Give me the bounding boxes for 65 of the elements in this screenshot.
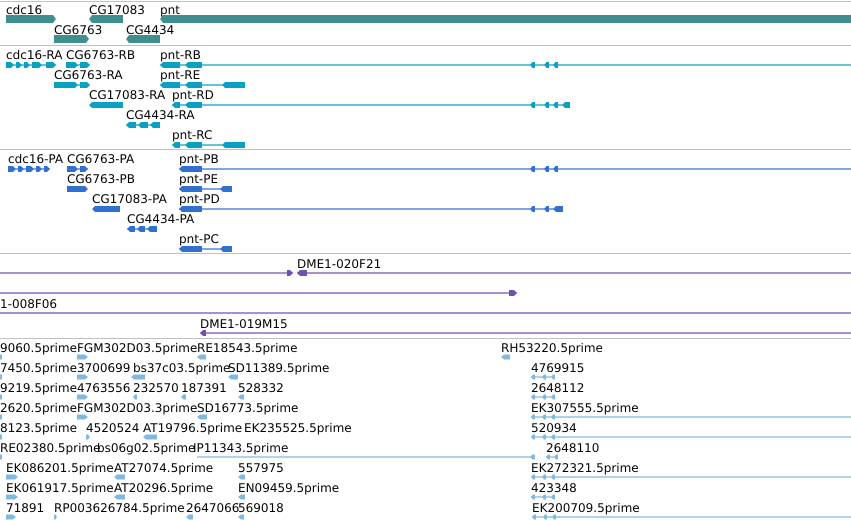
feature-label: cdc16	[6, 3, 42, 17]
feature-label: AT27074.5prime	[114, 461, 214, 475]
feature-label: 2647066	[186, 501, 240, 515]
feature-label: 2620.5prime	[0, 401, 77, 415]
feature-label: pnt-PB	[179, 152, 219, 166]
feature-label: EK200709.5prime	[532, 501, 640, 515]
feature-label: 423348	[531, 481, 577, 495]
feature-label: pnt-RE	[160, 68, 200, 82]
feature-label: 71891	[6, 501, 44, 515]
feature-label: EK061917.5prime	[6, 481, 114, 495]
feature-label: 4763556	[77, 381, 130, 395]
feature-label: 4520524	[86, 421, 140, 435]
feature-label: cdc16-PA	[8, 152, 64, 166]
feature-label: RE18543.5prime	[197, 341, 298, 355]
feature-label: 7450.5prime	[0, 361, 77, 375]
feature-label: 3700699	[77, 361, 130, 375]
feature-label: 4769915	[531, 361, 584, 375]
feature-label: EN09459.5prime	[238, 481, 340, 495]
feature-label: bs37c03.5prime	[133, 361, 230, 375]
feature-label: CG6763-PB	[67, 172, 136, 186]
feature-label: CG6763	[54, 23, 102, 37]
feature-label: CG6763-RB	[66, 48, 136, 62]
feature-label: pnt-RB	[160, 48, 201, 62]
feature-label: EK086201.5prime	[6, 461, 114, 475]
feature-label: RH53220.5prime	[501, 341, 603, 355]
feature-label: pnt-PD	[179, 192, 220, 206]
feature-label: 569018	[238, 501, 284, 515]
feature-label: 1-008F06	[0, 297, 58, 311]
feature-label: AT20296.5prime	[114, 481, 214, 495]
feature-label: DME1-020F21	[297, 257, 382, 271]
feature-label: AT19796.5prime	[143, 421, 242, 435]
feature-label: 9060.5prime	[0, 341, 77, 355]
feature-label: 9219.5prime	[0, 381, 77, 395]
feature-label: DME1-019M15	[200, 317, 288, 331]
feature-label: 557975	[238, 461, 284, 475]
feature-label: 2648110	[546, 441, 600, 455]
feature-label: 2648112	[531, 381, 584, 395]
feature-label: cdc16-RA	[6, 48, 62, 62]
feature-label: CG17083-PA	[92, 192, 167, 206]
feature-label: pnt	[160, 3, 180, 17]
feature-label: pnt-PE	[179, 172, 218, 186]
feature-label: EK235525.5prime	[244, 421, 352, 435]
feature-label: FGM302D03.3prime	[77, 401, 198, 415]
feature-label: EK307555.5prime	[531, 401, 639, 415]
feature-label: SD16773.5prime	[197, 401, 298, 415]
feature-label: pnt-RD	[172, 88, 214, 102]
feature-label: pnt-PC	[179, 232, 219, 246]
feature-label: EK272321.5prime	[531, 461, 639, 475]
feature-label: CG17083	[89, 3, 145, 17]
feature-label: 187391	[181, 381, 227, 395]
feature-label: CG6763-RA	[54, 68, 123, 82]
feature-label: 528332	[238, 381, 284, 395]
feature-label: 520934	[531, 421, 577, 435]
feature-label: CG4434	[126, 23, 174, 37]
feature-label: 232570	[133, 381, 179, 395]
feature-label: FGM302D03.5prime	[77, 341, 198, 355]
feature-label: SD11389.5prime	[228, 361, 330, 375]
feature-label: IP11343.5prime	[193, 441, 288, 455]
feature-label: CG4434-RA	[126, 108, 195, 122]
feature-label: pnt-RC	[172, 128, 212, 142]
feature-label: CG6763-PA	[67, 152, 134, 166]
feature-label: 8123.5prime	[0, 421, 77, 435]
feature-label: CG4434-PA	[127, 212, 194, 226]
feature-label: CG17083-RA	[89, 88, 166, 102]
feature-label: RP003626784.5prime	[54, 501, 185, 515]
